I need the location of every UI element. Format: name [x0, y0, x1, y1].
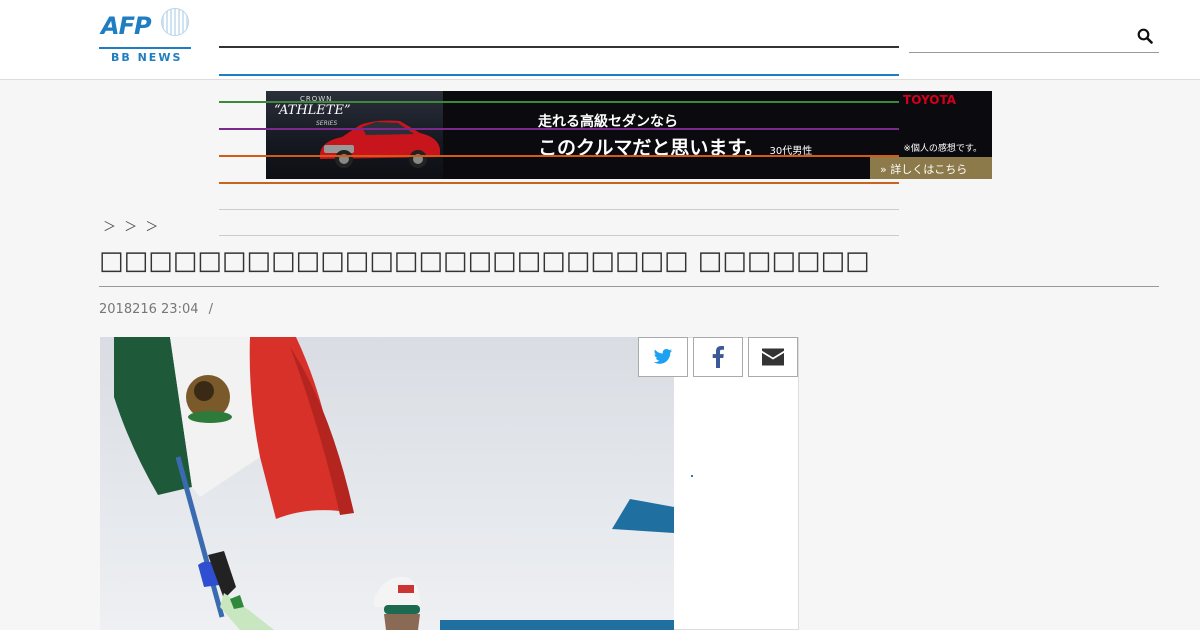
loading-dot: [691, 475, 693, 477]
title-divider: [99, 286, 1159, 287]
article-title: □□□□□□□□□□□□□□□□□□□□□□□□ □□□□□□□: [99, 246, 870, 276]
logo-text: AFP: [101, 12, 152, 40]
toyota-logo: TOYOTA: [903, 93, 956, 107]
nav-item-1[interactable]: [219, 46, 899, 48]
globe-icon: [161, 8, 189, 36]
article-date: 2018216 23:04: [99, 302, 199, 317]
email-share-button[interactable]: [748, 337, 798, 377]
logo-subtitle: BB NEWS: [111, 51, 183, 64]
site-header: AFP BB NEWS: [0, 0, 1200, 80]
email-icon: [762, 348, 784, 366]
nav-item-5[interactable]: [219, 155, 899, 157]
nav-item-3[interactable]: [219, 101, 899, 103]
skier-flag-photo: [100, 337, 674, 630]
logo-divider: [99, 47, 191, 49]
nav-item-2[interactable]: [219, 74, 899, 76]
afpbb-logo[interactable]: AFP BB NEWS: [99, 8, 191, 64]
nav-item-4[interactable]: [219, 128, 899, 130]
ad-car-panel: CROWN “ATHLETE” SERIES: [266, 91, 443, 179]
ad-cta-label: 詳しくはこちら: [890, 163, 968, 176]
ad-disclaimer: ※個人の感想です。: [903, 144, 982, 154]
twitter-icon: [653, 349, 673, 364]
search-input[interactable]: [909, 24, 1159, 53]
nav-item-8[interactable]: [219, 235, 899, 236]
nav-item-7[interactable]: [219, 209, 899, 210]
ad-banner[interactable]: CROWN “ATHLETE” SERIES TOYOTA 走れる高級セダンなら…: [266, 91, 992, 179]
twitter-share-button[interactable]: [638, 337, 688, 377]
article-meta: 2018216 23:04 /: [99, 302, 213, 317]
nav-item-6[interactable]: [219, 182, 899, 184]
facebook-icon: [712, 346, 724, 368]
double-chevron-icon: »: [880, 163, 887, 176]
search-icon[interactable]: [1137, 28, 1153, 44]
photo-side-panel: [674, 337, 799, 630]
meta-separator: /: [208, 302, 214, 317]
car-image: [320, 120, 440, 168]
article-photo[interactable]: [100, 337, 674, 630]
breadcrumb[interactable]: ＞ ＞ ＞: [103, 216, 160, 235]
ad-cta-button[interactable]: » 詳しくはこちら: [870, 157, 992, 179]
facebook-share-button[interactable]: [693, 337, 743, 377]
